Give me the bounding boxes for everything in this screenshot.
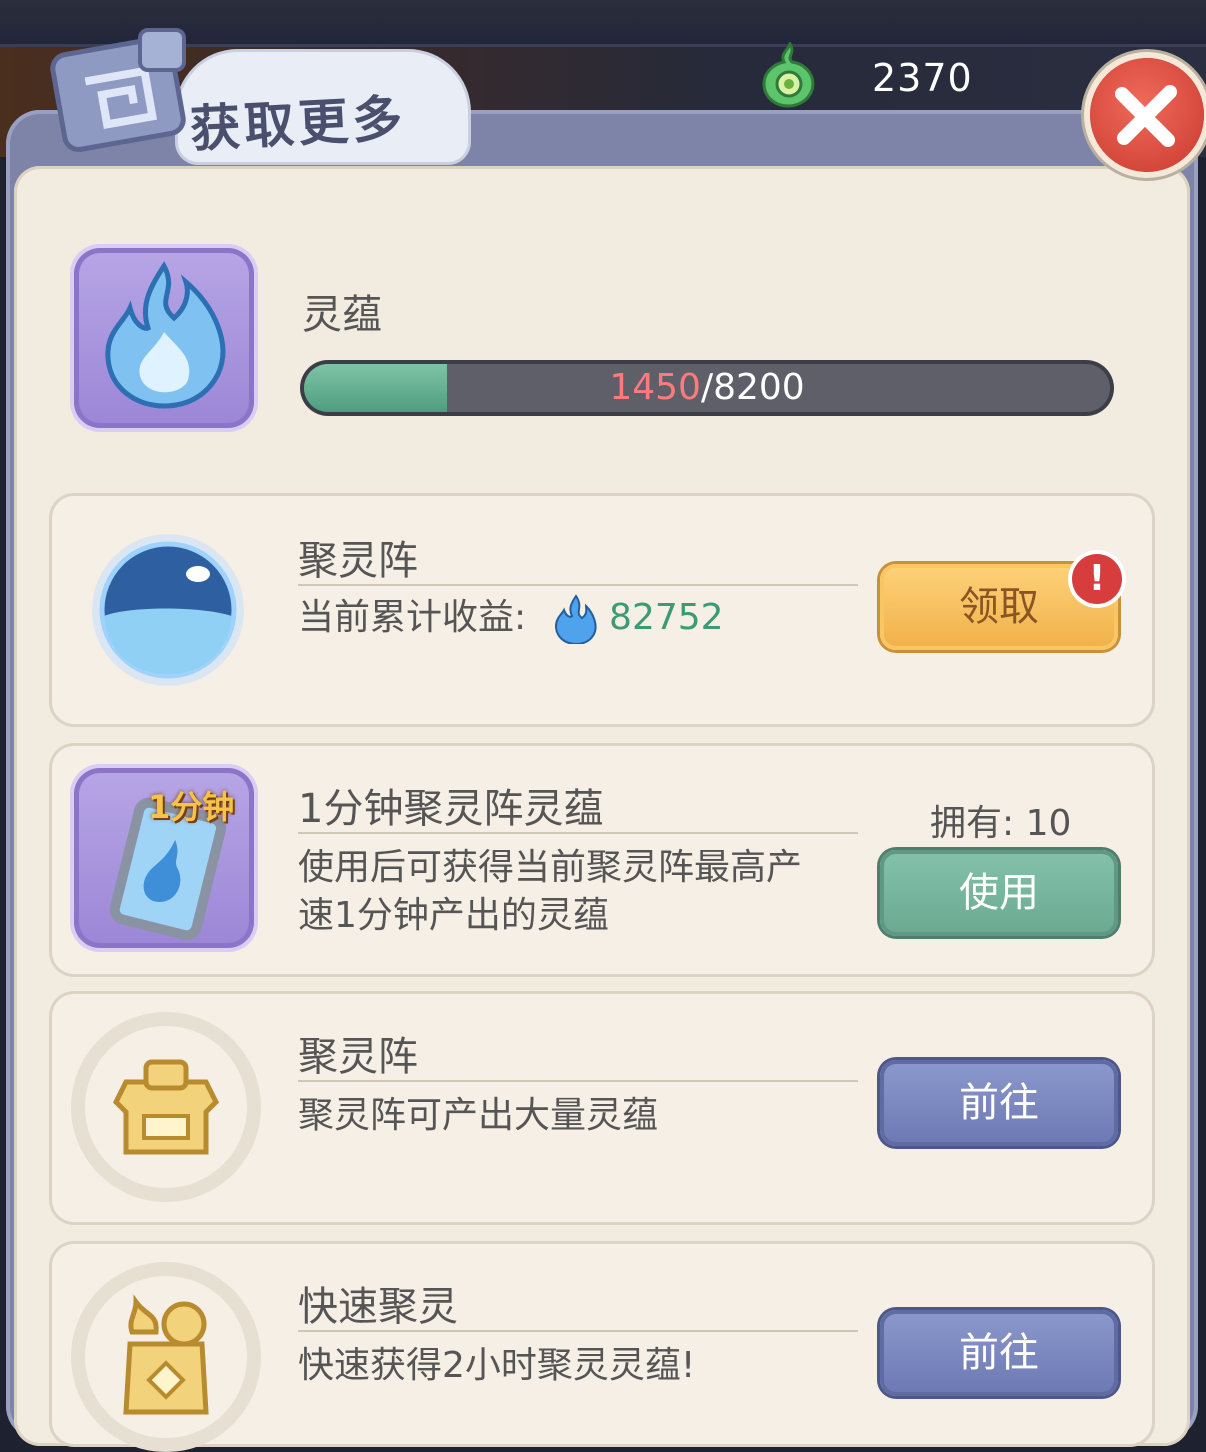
- card-quick-gather: 快速聚灵 快速获得2小时聚灵灵蕴! 前往: [52, 1244, 1152, 1452]
- use-button[interactable]: 使用: [880, 850, 1118, 936]
- progress-max: /8200: [700, 367, 805, 408]
- item-description: 使用后可获得当前聚灵阵最高产 速1分钟产出的灵蕴: [298, 844, 802, 940]
- currency-display: 2370: [760, 42, 1060, 112]
- goto-button[interactable]: 前往: [880, 1060, 1118, 1146]
- one-minute-scroll-item: 1分钟: [74, 768, 254, 948]
- income-label: 当前累计收益:: [298, 597, 527, 638]
- goto-button-label: 前往: [959, 1330, 1039, 1376]
- card-title: 快速聚灵: [298, 1284, 458, 1330]
- card-title: 聚灵阵: [298, 538, 418, 584]
- divider: [298, 584, 858, 586]
- crystal-orb-icon: [92, 534, 244, 686]
- card-one-minute-item: 1分钟 1分钟聚灵阵灵蕴 使用后可获得当前聚灵阵最高产 速1分钟产出的灵蕴 拥有…: [52, 746, 1152, 974]
- card-title: 1分钟聚灵阵灵蕴: [298, 786, 604, 832]
- gold-treasure-box-icon: [71, 1262, 261, 1452]
- card-spirit-array-income: 聚灵阵 当前累计收益: 82752 领取 !: [52, 496, 1152, 724]
- use-button-label: 使用: [959, 870, 1039, 916]
- income-row: 当前累计收益: 82752: [298, 594, 724, 646]
- progress-current: 1450: [609, 367, 701, 408]
- duration-badge: 1分钟: [148, 788, 235, 826]
- close-icon: [1115, 85, 1177, 147]
- spirit-flame-item: [74, 248, 254, 428]
- card-description: 快速获得2小时聚灵灵蕴!: [298, 1345, 696, 1386]
- spirit-orb-icon: [762, 42, 815, 108]
- stone-emblem-icon: [50, 28, 186, 152]
- divider: [298, 832, 858, 834]
- dialog-title: 获取更多: [188, 88, 408, 159]
- goto-button[interactable]: 前往: [880, 1310, 1118, 1396]
- income-value: 82752: [609, 597, 724, 638]
- divider: [298, 1080, 858, 1082]
- small-blue-flame-icon: [554, 594, 597, 646]
- owned-count: 拥有: 10: [930, 803, 1072, 844]
- resource-name: 灵蕴: [302, 292, 382, 338]
- alert-badge: !: [1072, 554, 1122, 604]
- gold-altar-icon: [71, 1012, 261, 1202]
- card-spirit-array-goto: 聚灵阵 聚灵阵可产出大量灵蕴 前往: [52, 994, 1152, 1222]
- divider: [298, 1330, 858, 1332]
- close-button[interactable]: [1090, 58, 1204, 172]
- card-title: 聚灵阵: [298, 1034, 418, 1080]
- card-description: 聚灵阵可产出大量灵蕴: [298, 1095, 659, 1136]
- description-line: 速1分钟产出的灵蕴: [298, 895, 609, 936]
- progress-text: 1450/8200: [304, 364, 1110, 412]
- currency-value: 2370: [872, 56, 973, 100]
- goto-button-label: 前往: [959, 1080, 1039, 1126]
- claim-button-label: 领取: [959, 584, 1039, 630]
- resource-progress-bar: 1450/8200: [304, 364, 1110, 412]
- description-line: 使用后可获得当前聚灵阵最高产: [298, 847, 803, 888]
- blue-flame-icon: [105, 261, 226, 409]
